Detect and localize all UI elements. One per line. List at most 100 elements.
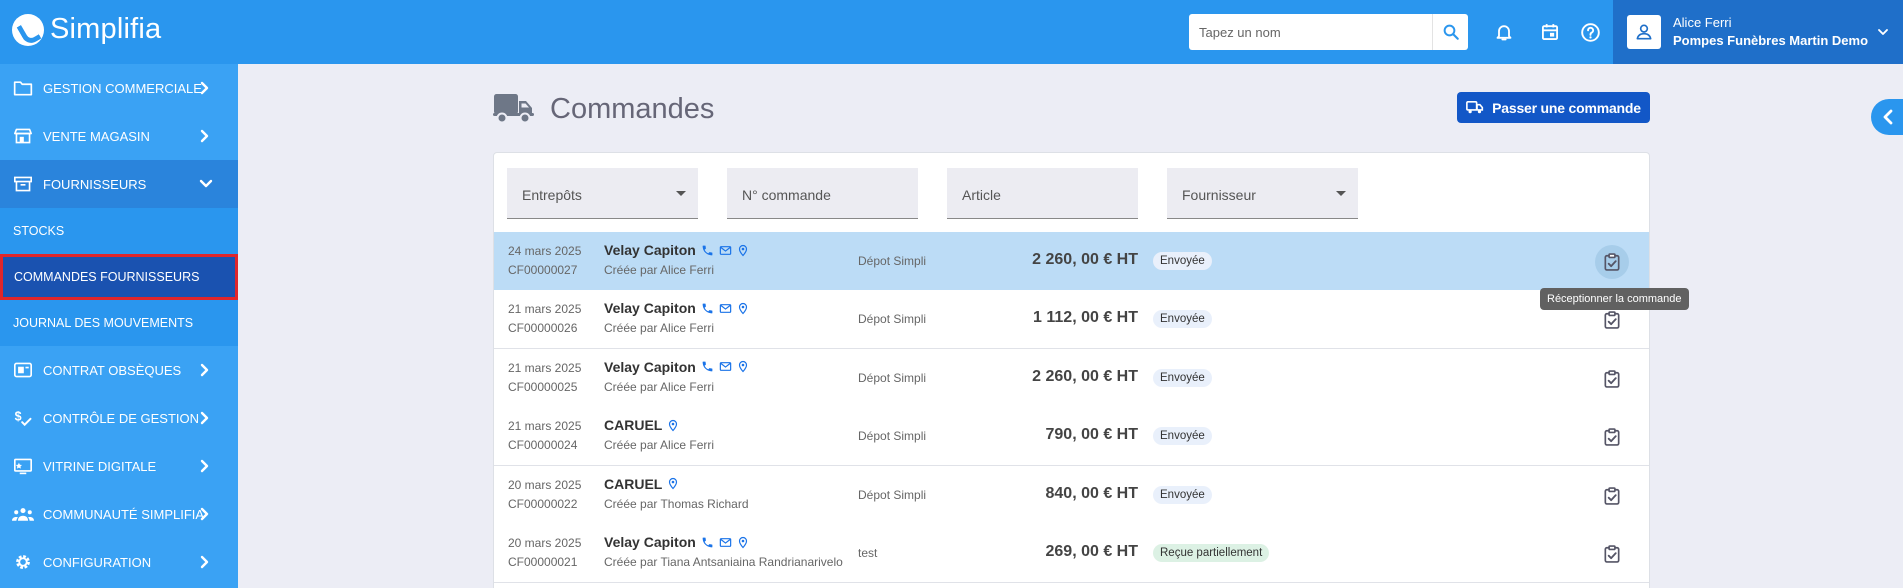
search-input[interactable]: [1189, 14, 1429, 50]
order-reference: CF00000024: [508, 438, 578, 453]
table-row[interactable]: 20 mars 2025 CF00000022 CARUEL Créée par Th…: [494, 465, 1649, 525]
place-order-button[interactable]: Passer une commande: [1457, 92, 1650, 123]
contract-icon: [12, 359, 34, 381]
supplier-label: Velay Capiton: [604, 358, 696, 375]
mail-icon[interactable]: [719, 360, 732, 373]
supplier-name: Velay Capiton: [604, 534, 749, 550]
page-title: Commandes: [550, 93, 715, 125]
filter-label: Fournisseur: [1182, 187, 1256, 203]
mail-icon[interactable]: [719, 244, 732, 257]
filter-label: Article: [962, 187, 1001, 203]
location-icon[interactable]: [737, 360, 749, 373]
table-row[interactable]: 21 mars 2025 CF00000025 Velay Capiton Créée…: [494, 348, 1649, 408]
search-icon: [1443, 24, 1459, 40]
sidebar-item-contrat-obseques[interactable]: CONTRAT OBSÈQUES: [0, 346, 238, 394]
supplier-label: Velay Capiton: [604, 242, 696, 258]
phone-icon[interactable]: [701, 536, 714, 549]
sidebar-item-vitrine-digitale[interactable]: VITRINE DIGITALE: [0, 442, 238, 490]
table-row[interactable]: 21 mars 2025 CF00000024 CARUEL Créée par Al…: [494, 407, 1649, 467]
order-reference: CF00000025: [508, 379, 578, 394]
location-icon[interactable]: [667, 477, 679, 490]
chevron-right-icon: [200, 81, 209, 95]
location-icon[interactable]: [737, 536, 749, 549]
location-icon[interactable]: [667, 419, 679, 432]
mail-icon[interactable]: [719, 536, 732, 549]
help-icon: [1580, 22, 1600, 42]
order-creator: Créée par Alice Ferri: [604, 379, 715, 394]
table-row[interactable]: 20 mars 2025 CF00000021 Velay Capiton Créée…: [494, 524, 1649, 583]
status-badge: Reçue partiellement: [1153, 544, 1270, 562]
order-depot: Dépot Simpli: [858, 370, 927, 385]
collapse-panel-button[interactable]: [1871, 99, 1903, 135]
chevron-right-icon: [200, 129, 209, 143]
order-reference: CF00000021: [508, 555, 578, 569]
order-creator: Créée par Alice Ferri: [604, 263, 715, 277]
phone-icon[interactable]: [701, 244, 714, 257]
folder-icon: [12, 77, 34, 99]
sidebar-item-label: COMMUNAUTÉ SIMPLIFIA: [43, 506, 205, 522]
sidebar-item-fournisseurs[interactable]: FOURNISSEURS: [0, 160, 238, 208]
receive-order-button[interactable]: [1595, 362, 1629, 396]
mail-icon[interactable]: [719, 302, 732, 315]
sidebar-item-configuration[interactable]: CONFIGURATION: [0, 538, 238, 586]
location-icon[interactable]: [737, 244, 749, 257]
user-menu[interactable]: Alice Ferri Pompes Funèbres Martin Demo: [1613, 0, 1903, 64]
archive-icon: [12, 173, 34, 195]
notifications-button[interactable]: [1492, 20, 1516, 44]
order-depot: Dépot Simpli: [858, 487, 927, 502]
status-badge: Envoyée: [1153, 252, 1212, 270]
sidebar-item-vente-magasin[interactable]: VENTE MAGASIN: [0, 112, 238, 160]
sidebar: GESTION COMMERCIALE VENTE MAGASIN FOURNI…: [0, 64, 238, 588]
supplier-label: Velay Capiton: [604, 300, 696, 317]
sidebar-item-communaute-simplifia[interactable]: COMMUNAUTÉ SIMPLIFIA: [0, 490, 238, 538]
sidebar-item-label: CONFIGURATION: [43, 554, 152, 570]
receive-order-button[interactable]: [1595, 479, 1629, 513]
location-icon[interactable]: [737, 302, 749, 315]
clipboard-check-icon: [1602, 486, 1622, 506]
app-logo[interactable]: Simplifia: [12, 13, 161, 46]
user-company: Pompes Funèbres Martin Demo: [1673, 33, 1869, 48]
filter-fournisseur[interactable]: Fournisseur: [1167, 168, 1358, 219]
sidebar-subitem-commandes-fournisseurs[interactable]: COMMANDES FOURNISSEURS: [0, 254, 238, 300]
sidebar-subitem-stocks[interactable]: STOCKS: [0, 208, 238, 254]
order-date: 21 mars 2025: [508, 360, 582, 375]
phone-icon[interactable]: [701, 302, 714, 315]
clipboard-check-icon: [1602, 252, 1622, 272]
receive-order-button[interactable]: [1595, 245, 1629, 279]
filter-order-number[interactable]: N° commande: [727, 168, 918, 219]
order-depot: Dépot Simpli: [858, 429, 927, 444]
clipboard-check-icon: [1602, 544, 1622, 564]
showcase-icon: [12, 455, 34, 477]
chevron-right-icon: [200, 411, 209, 425]
calendar-button[interactable]: [1538, 20, 1562, 44]
sidebar-item-controle-de-gestion[interactable]: $ CONTRÔLE DE GESTION: [0, 394, 238, 442]
user-name: Alice Ferri: [1673, 15, 1732, 30]
help-button[interactable]: [1578, 20, 1602, 44]
sidebar-item-gestion-commerciale[interactable]: GESTION COMMERCIALE: [0, 64, 238, 112]
sidebar-subitem-journal-des-mouvements[interactable]: JOURNAL DES MOUVEMENTS: [0, 300, 238, 346]
receive-order-button[interactable]: [1595, 537, 1629, 571]
table-row[interactable]: 24 mars 2025 CF00000027 Velay Capiton Créée…: [494, 232, 1649, 291]
order-date: 20 mars 2025: [508, 477, 582, 492]
receive-order-button[interactable]: [1595, 420, 1629, 454]
chevron-right-icon: [200, 555, 209, 569]
filter-article[interactable]: Article: [947, 168, 1138, 219]
clipboard-check-icon: [1602, 369, 1622, 389]
status-badge: Envoyée: [1153, 427, 1212, 446]
order-amount: 790, 00 € HT: [1045, 426, 1139, 444]
table-row[interactable]: 21 mars 2025 CF00000026 Velay Capiton Créée…: [494, 290, 1649, 350]
sidebar-item-label: FOURNISSEURS: [43, 176, 147, 192]
calendar-icon: [1542, 24, 1558, 40]
store-icon: [12, 125, 34, 147]
clipboard-check-icon: [1602, 310, 1622, 330]
order-reference: CF00000022: [508, 496, 578, 511]
order-reference: CF00000027: [508, 263, 578, 277]
chevron-right-icon: [200, 459, 209, 473]
filter-entrepots[interactable]: Entrepôts: [507, 168, 698, 219]
phone-icon[interactable]: [701, 360, 714, 373]
supplier-name: CARUEL: [604, 417, 679, 433]
search-button[interactable]: [1432, 14, 1468, 50]
supplier-label: CARUEL: [604, 475, 663, 492]
sidebar-item-label: GESTION COMMERCIALE: [43, 80, 202, 96]
app-name: Simplifia: [50, 13, 162, 45]
